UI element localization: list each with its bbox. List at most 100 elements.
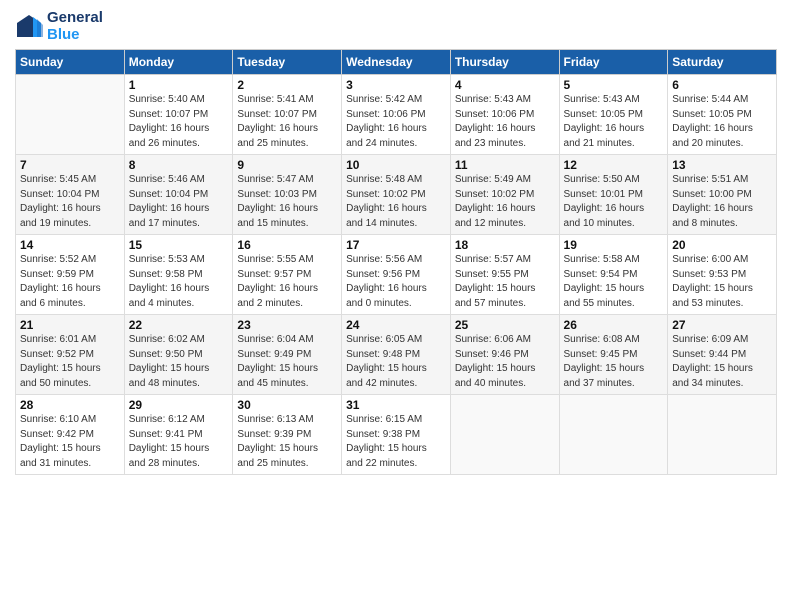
day-number: 15 [129, 238, 229, 252]
day-info: Sunrise: 6:05 AM Sunset: 9:48 PM Dayligh… [346, 333, 446, 391]
day-info: Sunrise: 5:48 AM Sunset: 10:02 PM Daylig… [346, 173, 446, 231]
day-number: 18 [455, 238, 555, 252]
column-header-sunday: Sunday [16, 50, 125, 75]
day-info: Sunrise: 5:42 AM Sunset: 10:06 PM Daylig… [346, 93, 446, 151]
day-number: 27 [672, 318, 772, 332]
day-number: 26 [564, 318, 664, 332]
calendar-cell: 20Sunrise: 6:00 AM Sunset: 9:53 PM Dayli… [668, 235, 777, 315]
day-info: Sunrise: 6:01 AM Sunset: 9:52 PM Dayligh… [20, 333, 120, 391]
day-info: Sunrise: 5:40 AM Sunset: 10:07 PM Daylig… [129, 93, 229, 151]
calendar-cell: 17Sunrise: 5:56 AM Sunset: 9:56 PM Dayli… [342, 235, 451, 315]
calendar-cell: 13Sunrise: 5:51 AM Sunset: 10:00 PM Dayl… [668, 155, 777, 235]
day-info: Sunrise: 6:10 AM Sunset: 9:42 PM Dayligh… [20, 413, 120, 471]
calendar-cell: 2Sunrise: 5:41 AM Sunset: 10:07 PM Dayli… [233, 75, 342, 155]
calendar-cell: 6Sunrise: 5:44 AM Sunset: 10:05 PM Dayli… [668, 75, 777, 155]
calendar-cell: 22Sunrise: 6:02 AM Sunset: 9:50 PM Dayli… [124, 315, 233, 395]
week-row: 28Sunrise: 6:10 AM Sunset: 9:42 PM Dayli… [16, 395, 777, 475]
day-info: Sunrise: 5:43 AM Sunset: 10:06 PM Daylig… [455, 93, 555, 151]
day-info: Sunrise: 5:53 AM Sunset: 9:58 PM Dayligh… [129, 253, 229, 311]
calendar-cell: 25Sunrise: 6:06 AM Sunset: 9:46 PM Dayli… [450, 315, 559, 395]
week-row: 7Sunrise: 5:45 AM Sunset: 10:04 PM Dayli… [16, 155, 777, 235]
calendar-cell: 14Sunrise: 5:52 AM Sunset: 9:59 PM Dayli… [16, 235, 125, 315]
calendar-cell: 19Sunrise: 5:58 AM Sunset: 9:54 PM Dayli… [559, 235, 668, 315]
calendar-cell: 7Sunrise: 5:45 AM Sunset: 10:04 PM Dayli… [16, 155, 125, 235]
column-header-wednesday: Wednesday [342, 50, 451, 75]
calendar-cell: 15Sunrise: 5:53 AM Sunset: 9:58 PM Dayli… [124, 235, 233, 315]
calendar-cell: 23Sunrise: 6:04 AM Sunset: 9:49 PM Dayli… [233, 315, 342, 395]
logo: General Blue [15, 10, 103, 43]
day-number: 3 [346, 78, 446, 92]
day-number: 5 [564, 78, 664, 92]
calendar-cell: 21Sunrise: 6:01 AM Sunset: 9:52 PM Dayli… [16, 315, 125, 395]
day-number: 24 [346, 318, 446, 332]
page: General Blue SundayMondayTuesdayWednesda… [0, 0, 792, 612]
week-row: 1Sunrise: 5:40 AM Sunset: 10:07 PM Dayli… [16, 75, 777, 155]
calendar-cell: 12Sunrise: 5:50 AM Sunset: 10:01 PM Dayl… [559, 155, 668, 235]
calendar-cell: 10Sunrise: 5:48 AM Sunset: 10:02 PM Dayl… [342, 155, 451, 235]
calendar-cell: 9Sunrise: 5:47 AM Sunset: 10:03 PM Dayli… [233, 155, 342, 235]
day-number: 6 [672, 78, 772, 92]
header-row: SundayMondayTuesdayWednesdayThursdayFrid… [16, 50, 777, 75]
day-info: Sunrise: 5:50 AM Sunset: 10:01 PM Daylig… [564, 173, 664, 231]
day-number: 2 [237, 78, 337, 92]
day-number: 23 [237, 318, 337, 332]
day-info: Sunrise: 6:15 AM Sunset: 9:38 PM Dayligh… [346, 413, 446, 471]
calendar-cell: 26Sunrise: 6:08 AM Sunset: 9:45 PM Dayli… [559, 315, 668, 395]
calendar-cell: 8Sunrise: 5:46 AM Sunset: 10:04 PM Dayli… [124, 155, 233, 235]
day-info: Sunrise: 5:52 AM Sunset: 9:59 PM Dayligh… [20, 253, 120, 311]
day-number: 8 [129, 158, 229, 172]
day-info: Sunrise: 6:08 AM Sunset: 9:45 PM Dayligh… [564, 333, 664, 391]
calendar-cell: 24Sunrise: 6:05 AM Sunset: 9:48 PM Dayli… [342, 315, 451, 395]
day-info: Sunrise: 6:09 AM Sunset: 9:44 PM Dayligh… [672, 333, 772, 391]
day-info: Sunrise: 5:49 AM Sunset: 10:02 PM Daylig… [455, 173, 555, 231]
day-info: Sunrise: 5:55 AM Sunset: 9:57 PM Dayligh… [237, 253, 337, 311]
day-number: 19 [564, 238, 664, 252]
day-number: 17 [346, 238, 446, 252]
day-number: 9 [237, 158, 337, 172]
day-info: Sunrise: 6:06 AM Sunset: 9:46 PM Dayligh… [455, 333, 555, 391]
week-row: 14Sunrise: 5:52 AM Sunset: 9:59 PM Dayli… [16, 235, 777, 315]
header: General Blue [15, 10, 777, 43]
calendar-cell [559, 395, 668, 475]
day-info: Sunrise: 6:02 AM Sunset: 9:50 PM Dayligh… [129, 333, 229, 391]
day-info: Sunrise: 5:56 AM Sunset: 9:56 PM Dayligh… [346, 253, 446, 311]
day-number: 28 [20, 398, 120, 412]
day-number: 1 [129, 78, 229, 92]
week-row: 21Sunrise: 6:01 AM Sunset: 9:52 PM Dayli… [16, 315, 777, 395]
calendar-cell: 11Sunrise: 5:49 AM Sunset: 10:02 PM Dayl… [450, 155, 559, 235]
day-number: 22 [129, 318, 229, 332]
day-info: Sunrise: 5:43 AM Sunset: 10:05 PM Daylig… [564, 93, 664, 151]
calendar-table: SundayMondayTuesdayWednesdayThursdayFrid… [15, 49, 777, 475]
day-info: Sunrise: 6:13 AM Sunset: 9:39 PM Dayligh… [237, 413, 337, 471]
column-header-tuesday: Tuesday [233, 50, 342, 75]
day-info: Sunrise: 5:51 AM Sunset: 10:00 PM Daylig… [672, 173, 772, 231]
day-info: Sunrise: 6:00 AM Sunset: 9:53 PM Dayligh… [672, 253, 772, 311]
calendar-cell: 18Sunrise: 5:57 AM Sunset: 9:55 PM Dayli… [450, 235, 559, 315]
day-info: Sunrise: 6:04 AM Sunset: 9:49 PM Dayligh… [237, 333, 337, 391]
day-info: Sunrise: 5:41 AM Sunset: 10:07 PM Daylig… [237, 93, 337, 151]
day-number: 25 [455, 318, 555, 332]
day-info: Sunrise: 5:58 AM Sunset: 9:54 PM Dayligh… [564, 253, 664, 311]
calendar-cell: 28Sunrise: 6:10 AM Sunset: 9:42 PM Dayli… [16, 395, 125, 475]
day-number: 29 [129, 398, 229, 412]
day-number: 4 [455, 78, 555, 92]
day-info: Sunrise: 6:12 AM Sunset: 9:41 PM Dayligh… [129, 413, 229, 471]
column-header-saturday: Saturday [668, 50, 777, 75]
day-number: 13 [672, 158, 772, 172]
day-number: 14 [20, 238, 120, 252]
calendar-cell [668, 395, 777, 475]
logo-icon [15, 13, 43, 41]
calendar-cell: 1Sunrise: 5:40 AM Sunset: 10:07 PM Dayli… [124, 75, 233, 155]
calendar-cell: 27Sunrise: 6:09 AM Sunset: 9:44 PM Dayli… [668, 315, 777, 395]
column-header-friday: Friday [559, 50, 668, 75]
day-info: Sunrise: 5:47 AM Sunset: 10:03 PM Daylig… [237, 173, 337, 231]
calendar-cell: 30Sunrise: 6:13 AM Sunset: 9:39 PM Dayli… [233, 395, 342, 475]
day-number: 20 [672, 238, 772, 252]
day-info: Sunrise: 5:44 AM Sunset: 10:05 PM Daylig… [672, 93, 772, 151]
calendar-cell: 16Sunrise: 5:55 AM Sunset: 9:57 PM Dayli… [233, 235, 342, 315]
column-header-monday: Monday [124, 50, 233, 75]
day-number: 12 [564, 158, 664, 172]
calendar-cell [450, 395, 559, 475]
calendar-cell: 29Sunrise: 6:12 AM Sunset: 9:41 PM Dayli… [124, 395, 233, 475]
day-number: 7 [20, 158, 120, 172]
